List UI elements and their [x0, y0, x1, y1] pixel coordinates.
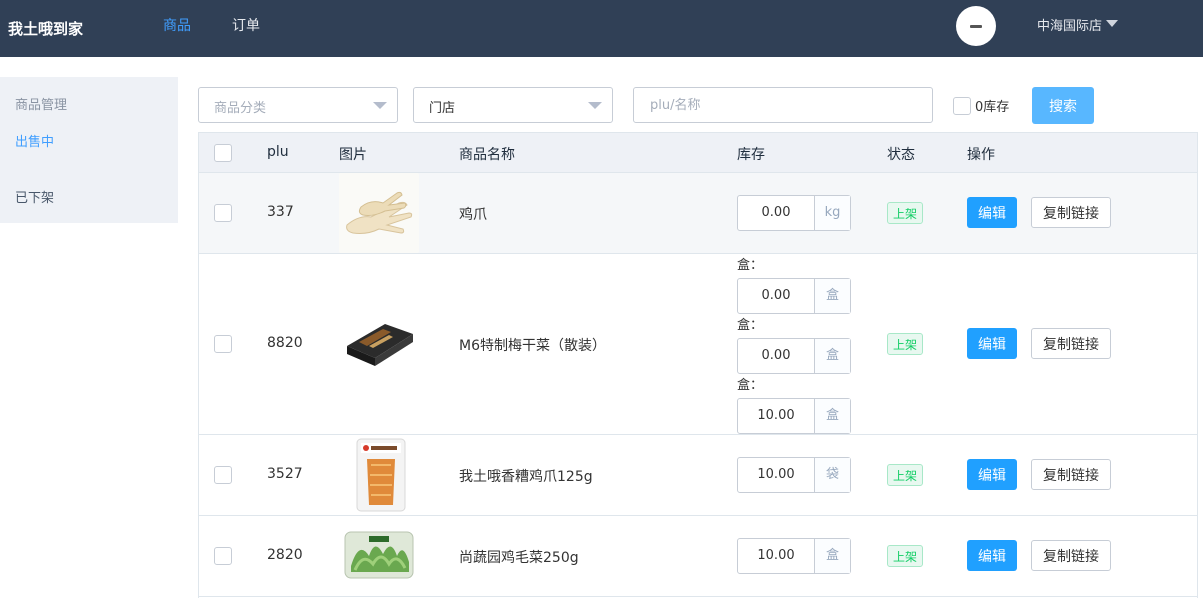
nav-tab-orders[interactable]: 订单: [232, 15, 260, 35]
row-product-name: 尚蔬园鸡毛菜250g: [459, 550, 579, 566]
store-select[interactable]: 门店: [413, 87, 613, 123]
table-row: 2820 尚蔬园鸡毛菜250g 10.00 盒 上架 编辑 复制链接: [199, 516, 1197, 597]
column-header-plu: plu: [267, 144, 289, 160]
edit-button[interactable]: 编辑: [967, 197, 1017, 228]
product-image-leafy-greens: [339, 516, 419, 596]
select-all-checkbox[interactable]: [214, 144, 232, 162]
stock-unit: 盒: [814, 539, 850, 573]
stock-editor: 10.00 袋: [737, 457, 851, 493]
stock-value[interactable]: 10.00: [738, 399, 814, 433]
status-badge: 上架: [887, 545, 923, 567]
product-image-chicken-feet: [339, 173, 419, 253]
zero-stock-filter[interactable]: 0库存: [953, 96, 1009, 115]
sidebar: 商品管理 出售中 已下架: [0, 77, 178, 223]
row-product-name: M6特制梅干菜（散装）: [459, 338, 606, 354]
stock-label: 盒：: [737, 258, 764, 273]
copy-link-button[interactable]: 复制链接: [1031, 540, 1111, 571]
stock-input[interactable]: 10.00 盒: [737, 538, 851, 574]
stock-value[interactable]: 0.00: [738, 279, 814, 313]
row-checkbox[interactable]: [214, 335, 232, 353]
stock-unit: 盒: [814, 399, 850, 433]
row-checkbox[interactable]: [214, 204, 232, 222]
search-input[interactable]: [633, 87, 933, 123]
copy-link-button[interactable]: 复制链接: [1031, 197, 1111, 228]
status-badge: 上架: [887, 464, 923, 486]
table-header: plu 图片 商品名称 库存 状态 操作: [199, 132, 1197, 173]
row-plu: 8820: [267, 335, 303, 351]
stock-label: 盒：: [737, 318, 764, 333]
store-select-placeholder: 门店: [429, 101, 456, 116]
row-checkbox[interactable]: [214, 547, 232, 565]
stock-unit: 盒: [814, 339, 850, 373]
stock-editor: 10.00 盒: [737, 538, 851, 574]
stock-input[interactable]: 10.00 袋: [737, 457, 851, 493]
row-checkbox[interactable]: [214, 466, 232, 484]
row-plu: 337: [267, 204, 294, 220]
products-table: plu 图片 商品名称 库存 状态 操作 337 鸡爪 0.00 kg 上架 编…: [198, 132, 1198, 598]
user-avatar[interactable]: [956, 6, 996, 46]
column-header-stock: 库存: [737, 147, 765, 163]
sidebar-item-off-shelf[interactable]: 已下架: [15, 187, 54, 206]
row-plu: 2820: [267, 547, 303, 563]
stock-editor: 盒： 0.00 盒 盒： 0.00 盒 盒： 10.00 盒: [737, 254, 851, 434]
stock-input[interactable]: 0.00 盒: [737, 278, 851, 314]
category-select-placeholder: 商品分类: [214, 101, 267, 116]
copy-link-button[interactable]: 复制链接: [1031, 328, 1111, 359]
search-button[interactable]: 搜索: [1032, 87, 1094, 124]
status-badge: 上架: [887, 202, 923, 224]
stock-label: 盒：: [737, 378, 764, 393]
column-header-name: 商品名称: [459, 147, 515, 163]
stock-unit: 袋: [814, 458, 850, 492]
stock-editor: 0.00 kg: [737, 195, 851, 231]
stock-input[interactable]: 0.00 kg: [737, 195, 851, 231]
zero-stock-label: 0库存: [975, 100, 1010, 115]
edit-button[interactable]: 编辑: [967, 540, 1017, 571]
stock-unit: 盒: [814, 279, 850, 313]
copy-link-button[interactable]: 复制链接: [1031, 459, 1111, 490]
table-row: 3527 我土哦香糟鸡爪125g 10.00 袋 上架 编辑 复制链接: [199, 435, 1197, 516]
stock-value[interactable]: 10.00: [738, 539, 814, 573]
edit-button[interactable]: 编辑: [967, 459, 1017, 490]
row-plu: 3527: [267, 466, 303, 482]
stock-input[interactable]: 0.00 盒: [737, 338, 851, 374]
edit-button[interactable]: 编辑: [967, 328, 1017, 359]
store-name: 中海国际店: [1037, 19, 1103, 34]
brand-title: 我土哦到家: [8, 20, 84, 38]
nav-tab-products[interactable]: 商品: [163, 15, 191, 35]
stock-value[interactable]: 0.00: [738, 196, 814, 230]
stock-value[interactable]: 10.00: [738, 458, 814, 492]
category-select[interactable]: 商品分类: [198, 87, 398, 123]
sidebar-title: 商品管理: [15, 98, 68, 113]
table-row: 8820 M6特制梅干菜（散装） 盒： 0.00 盒 盒： 0.00 盒 盒： …: [199, 254, 1197, 435]
store-selector[interactable]: 中海国际店: [1037, 15, 1119, 34]
zero-stock-checkbox[interactable]: [953, 96, 971, 115]
caret-down-icon: [1106, 19, 1119, 27]
column-header-actions: 操作: [967, 147, 995, 163]
table-row: 337 鸡爪 0.00 kg 上架 编辑 复制链接: [199, 173, 1197, 254]
row-product-name: 鸡爪: [459, 207, 487, 223]
avatar-minus-icon: [970, 24, 982, 28]
stock-unit: kg: [814, 196, 850, 230]
sidebar-item-on-sale[interactable]: 出售中: [15, 131, 54, 150]
stock-input[interactable]: 10.00 盒: [737, 398, 851, 434]
product-image-preserved-vegetable: [339, 304, 419, 384]
status-badge: 上架: [887, 333, 923, 355]
stock-value[interactable]: 0.00: [738, 339, 814, 373]
row-product-name: 我土哦香糟鸡爪125g: [459, 469, 593, 485]
dropdown-arrow-icon: [588, 102, 602, 109]
top-navbar: 我土哦到家 商品 订单 中海国际店: [0, 0, 1203, 57]
product-image-packaged-chicken-feet: [339, 435, 419, 515]
dropdown-arrow-icon: [373, 102, 387, 109]
column-header-image: 图片: [339, 147, 367, 163]
column-header-status: 状态: [887, 147, 915, 163]
